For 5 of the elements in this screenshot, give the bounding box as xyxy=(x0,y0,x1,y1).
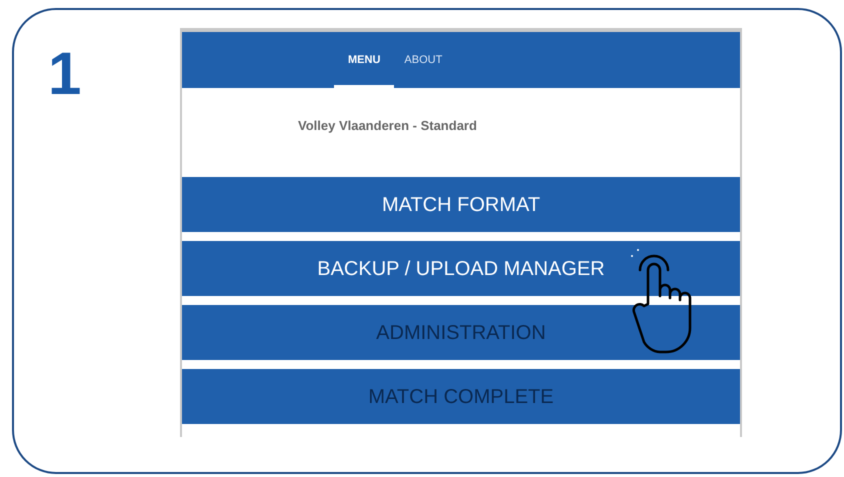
tab[interactable]: ABOUT xyxy=(394,32,452,88)
menu-button[interactable]: MATCH FORMAT xyxy=(182,177,740,232)
subtitle: Volley Vlaanderen - Standard xyxy=(298,118,477,133)
step-number: 1 xyxy=(48,40,82,107)
menu-button[interactable]: BACKUP / UPLOAD MANAGER xyxy=(182,241,740,296)
